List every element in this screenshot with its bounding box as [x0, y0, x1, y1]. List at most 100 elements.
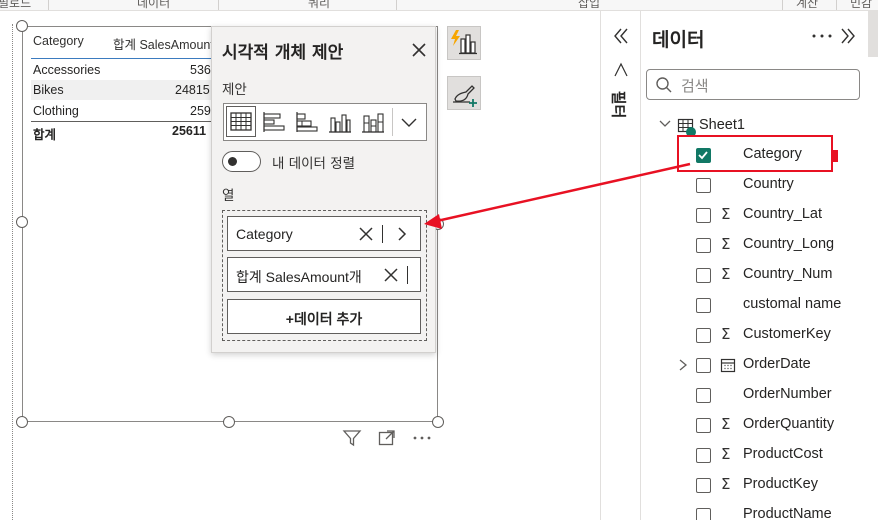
field-checkbox[interactable] [696, 268, 711, 283]
ribbon-group-label: 계산 [796, 0, 819, 10]
resize-handle[interactable] [16, 216, 28, 228]
field-row[interactable]: Σ OrderQuantity [690, 411, 878, 439]
field-checkbox[interactable] [696, 178, 711, 193]
lightning-icon [451, 30, 460, 46]
filter-icon[interactable] [342, 428, 362, 448]
field-row[interactable]: OrderNumber [690, 381, 878, 409]
field-row[interactable]: Country [690, 171, 878, 199]
table-visual-option[interactable] [226, 106, 256, 137]
field-label: Country_Lat [743, 206, 822, 222]
table-name[interactable]: Sheet1 [699, 117, 745, 133]
field-checkbox[interactable] [696, 448, 711, 463]
format-visual-button[interactable] [447, 76, 481, 110]
ribbon-separator [782, 0, 783, 10]
remove-field-icon[interactable] [356, 224, 376, 244]
sort-toggle[interactable] [222, 151, 261, 172]
field-row[interactable]: Σ ProductCost [690, 441, 878, 469]
field-row[interactable]: ProductName [690, 501, 878, 520]
chevron-down-icon[interactable] [398, 112, 420, 132]
field-pill-label: 합계 SalesAmount개 [236, 269, 362, 285]
ribbon-group-label: 데이터 [137, 0, 171, 10]
total-separator [31, 121, 211, 122]
sigma-icon: Σ [721, 325, 731, 343]
page-boundary [12, 24, 13, 520]
chevron-down-icon[interactable] [656, 115, 674, 133]
field-pill-category[interactable]: Category [227, 216, 421, 251]
field-row[interactable]: Σ Country_Long [690, 231, 878, 259]
sort-toggle-label: 내 데이터 정렬 [272, 156, 356, 172]
field-label: ProductKey [743, 476, 818, 492]
toggle-knob [228, 157, 237, 166]
ribbon-separator [396, 0, 397, 10]
visual-suggestion-button[interactable] [447, 26, 481, 60]
field-checkbox[interactable] [696, 238, 711, 253]
field-row[interactable]: OrderDate [679, 351, 878, 379]
field-label: OrderQuantity [743, 416, 835, 432]
field-label: Country_Long [743, 236, 835, 252]
field-checkbox[interactable] [696, 328, 711, 343]
field-row[interactable]: Σ Country_Num [690, 261, 878, 289]
sigma-icon: Σ [721, 475, 731, 493]
field-checkbox[interactable] [696, 388, 711, 403]
focus-mode-icon[interactable] [377, 428, 397, 448]
options-divider [392, 108, 393, 136]
chevron-right-icon[interactable] [676, 357, 690, 373]
pill-divider [407, 266, 408, 284]
ribbon-group-labels: 필로드 데이터 쿼리 삽입 계산 민감 [0, 0, 878, 11]
suggestions-label: 제안 [222, 82, 247, 98]
stacked-bar-option[interactable] [292, 106, 322, 137]
field-checkbox[interactable] [696, 298, 711, 313]
field-checkbox[interactable] [696, 508, 711, 520]
sigma-icon: Σ [721, 265, 731, 283]
field-row[interactable]: Σ Country_Lat [690, 201, 878, 229]
table-cell-amount: 536 [190, 63, 211, 77]
close-icon[interactable] [409, 40, 429, 60]
field-row[interactable]: customal name [690, 291, 878, 319]
table-total-amount: 25611 [172, 124, 207, 138]
clustered-column-option[interactable] [325, 106, 355, 137]
add-data-label: +데이터 추가 [285, 311, 363, 327]
resize-handle[interactable] [16, 20, 28, 32]
ribbon-group-label: 쿼리 [308, 0, 331, 10]
table-header-category[interactable]: Category [33, 34, 84, 48]
annotation-edge-mark [833, 150, 838, 162]
clustered-bar-option[interactable] [259, 106, 289, 137]
expand-filters-icon[interactable] [611, 26, 631, 46]
chevron-right-icon[interactable] [392, 224, 412, 244]
sigma-icon: Σ [721, 415, 731, 433]
calendar-icon [720, 357, 736, 373]
field-row[interactable]: Σ ProductKey [690, 471, 878, 499]
collapse-pane-icon[interactable] [838, 26, 858, 46]
table-cell-amount: 259 [190, 104, 211, 118]
ribbon-group-label: 삽입 [578, 0, 601, 10]
field-label: OrderNumber [743, 386, 832, 402]
field-checkbox[interactable] [696, 208, 711, 223]
field-label: ProductName [743, 506, 832, 520]
ribbon-group-label: 민감 [850, 0, 873, 10]
pane-tab[interactable] [868, 11, 878, 57]
field-label: CustomerKey [743, 326, 831, 342]
stacked-column-option[interactable] [358, 106, 388, 137]
more-options-icon[interactable] [411, 428, 433, 448]
field-row[interactable]: Σ CustomerKey [690, 321, 878, 349]
resize-handle[interactable] [16, 416, 28, 428]
sigma-icon: Σ [721, 235, 731, 253]
field-checkbox[interactable] [696, 358, 711, 373]
table-header-amount[interactable]: 합계 SalesAmount [113, 34, 214, 53]
filters-pane-collapsed [600, 11, 641, 520]
field-checkbox[interactable] [696, 418, 711, 433]
table-cell-category: Clothing [33, 104, 79, 118]
remove-field-icon[interactable] [381, 265, 401, 285]
search-input[interactable]: 검색 [646, 69, 860, 100]
resize-handle[interactable] [223, 416, 235, 428]
more-options-icon[interactable] [810, 26, 834, 46]
data-pane-title: 데이터 [652, 29, 705, 51]
field-label: Country [743, 176, 794, 192]
resize-handle[interactable] [432, 416, 444, 428]
sigma-icon: Σ [721, 205, 731, 223]
field-checkbox[interactable] [696, 478, 711, 493]
field-pill-salesamount[interactable]: 합계 SalesAmount개 [227, 257, 421, 292]
add-data-button[interactable]: +데이터 추가 [227, 299, 421, 334]
search-placeholder: 검색 [681, 77, 709, 95]
ribbon-separator [48, 0, 49, 10]
